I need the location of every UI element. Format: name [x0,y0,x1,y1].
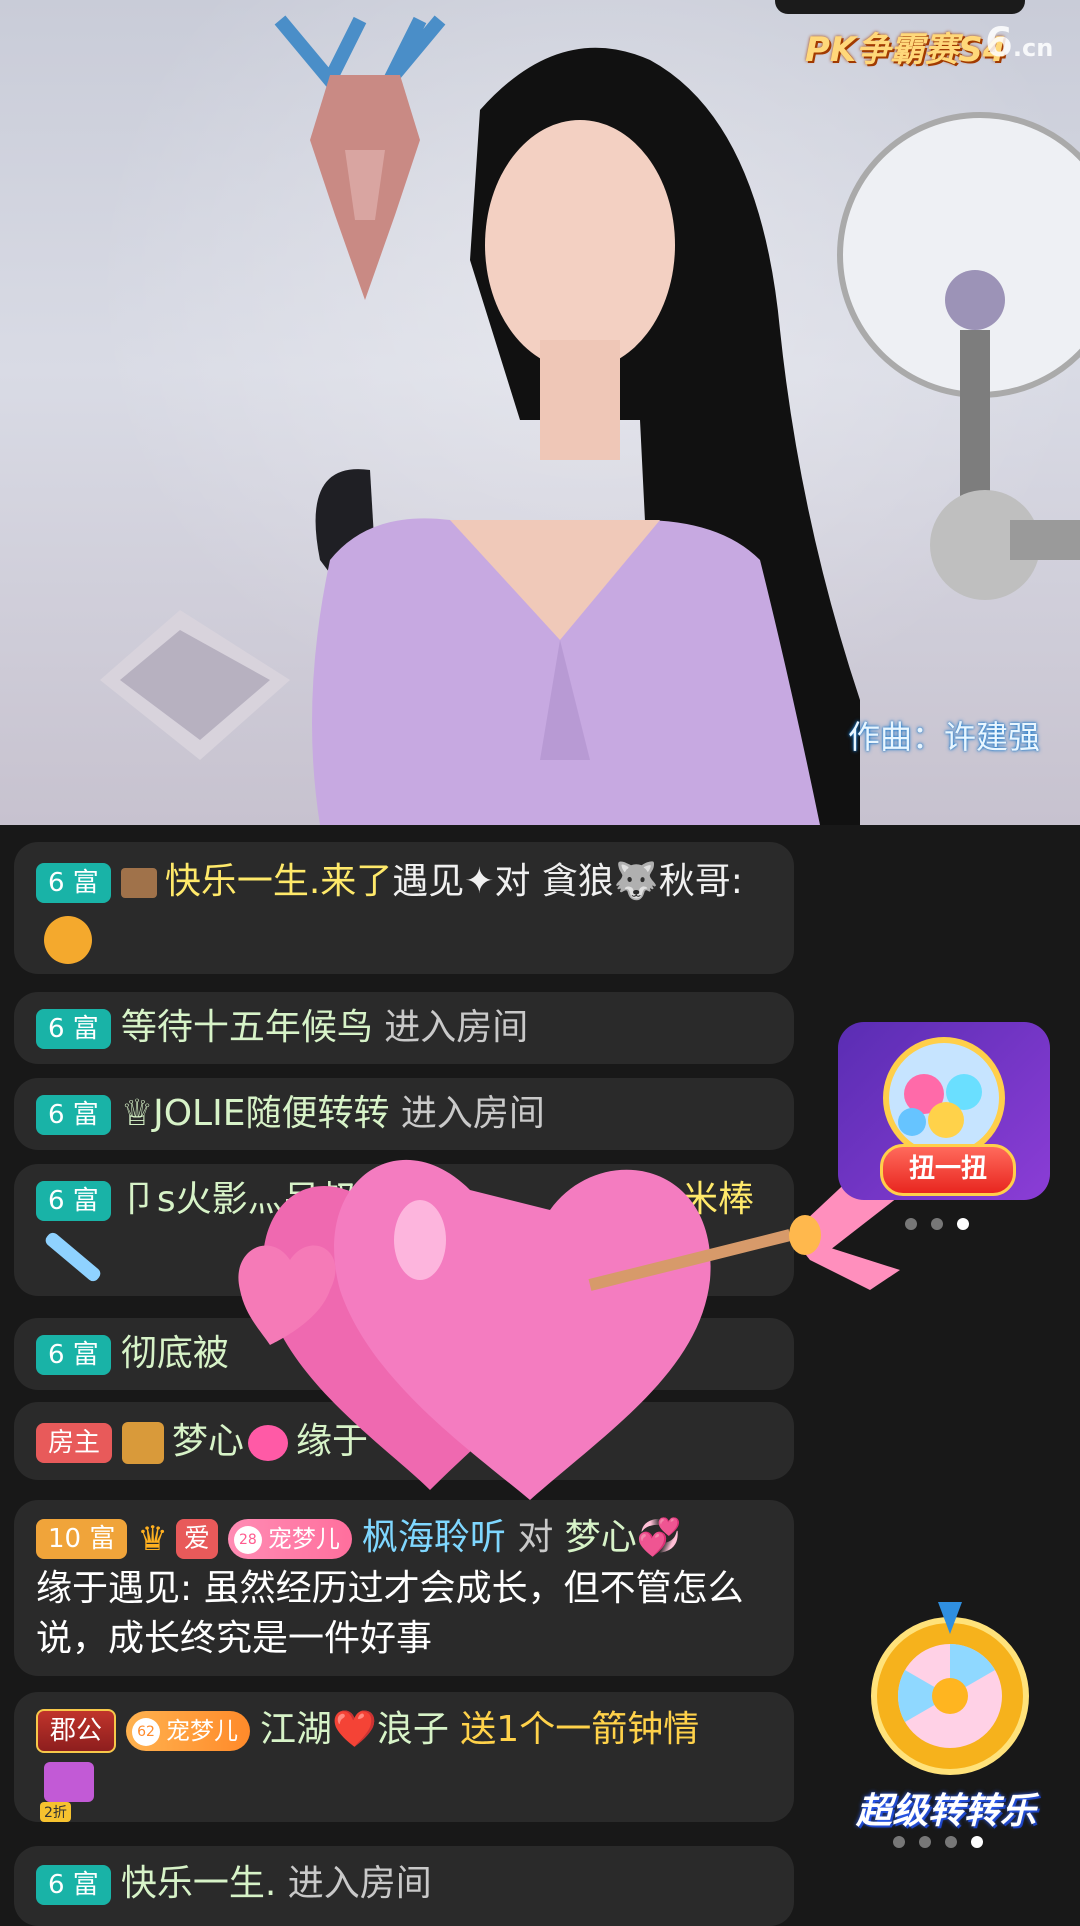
fan-level: 28 [233,1526,262,1554]
fan-club-name: 宠梦儿 [166,1717,239,1745]
pager-dot-active[interactable] [971,1836,983,1848]
to-word: 对 [517,1517,554,1558]
pager-dot[interactable] [919,1836,931,1848]
wheel-pager[interactable] [886,1836,990,1848]
vehicle-icon [120,868,157,898]
chat-username[interactable]: 快乐一生. [165,861,320,902]
deer-head-decor [274,15,446,300]
chat-line: 6 富等待十五年候鸟 进入房间 [36,1006,528,1050]
host-badge: 房主 [36,1423,113,1463]
event-logo: PK争霸赛S4 [805,30,1007,70]
fan-club-pill: 28 宠梦儿 [227,1519,352,1559]
emoji-icon [44,916,92,964]
chat-line: 6 富快乐一生. 进入房间 [36,1862,432,1906]
discount-badge: 2折 [40,1802,71,1822]
chat-line: 6 富彻底被 [36,1332,229,1376]
chat-username[interactable]: 彻底被 [121,1333,229,1374]
chat-message-text: 缘于遇见: 虽然经历过才会成长，但不管怎么说，成长终究是一件好事 [36,1568,744,1659]
chat-line: 郡公 62 宠梦儿 江湖❤️浪子 送1个一箭钟情 [36,1708,699,1753]
enter-action: 来了 [320,861,393,902]
fan-club-pill: 62 宠梦儿 [126,1711,251,1751]
chat-username[interactable]: ♕JOLIE随便转转 [121,1093,390,1134]
live-video[interactable]: PK争霸赛S4 6.cn 作曲：许建强 [0,0,1080,825]
gift-text: 送1个一箭钟情 [460,1709,700,1750]
pager-dot[interactable] [893,1836,905,1848]
pager-dot-active[interactable] [957,1218,969,1230]
wealth-badge: 6 富 [36,1335,111,1375]
enter-action: 进入房间 [287,1863,432,1904]
wealth-badge: 10 富 [36,1519,128,1559]
noble-badge: 郡公 [36,1709,117,1753]
lucky-wheel-icon[interactable] [862,1598,1038,1778]
wealth-badge: 6 富 [36,1181,111,1221]
gashapon-pager[interactable] [898,1218,976,1230]
chat-username[interactable]: 等待十五年候鸟 [121,1007,373,1048]
cupid-bow-gift-icon [44,1762,94,1802]
wealth-badge: 6 富 [36,1095,111,1135]
chat-username[interactable]: 枫海聆听 [362,1517,506,1558]
pager-dot[interactable] [945,1836,957,1848]
chat-username[interactable]: 江湖❤️浪子 [260,1709,449,1750]
fan-level: 62 [132,1718,161,1746]
gift-animation-hearts [238,1159,920,1500]
target-username[interactable]: 梦心💞 [565,1517,682,1558]
wealth-badge: 6 富 [36,1009,111,1049]
chat-line: 6 富 快乐一生.来了遇见✦对 貪狼🐺秋哥: [36,860,743,904]
song-credit-caption: 作曲：许建强 [848,718,1041,756]
chat-username[interactable]: 快乐一生. [121,1863,276,1904]
love-tag: 爱 [175,1519,218,1559]
crown-icon: ♛ [137,1519,168,1559]
pager-dot[interactable] [905,1218,917,1230]
wealth-badge: 6 富 [36,863,111,903]
chat-text: 遇见✦对 貪狼🐺秋哥: [392,861,743,902]
gashapon-button[interactable]: 扭一扭 [880,1144,1016,1196]
enter-action: 进入房间 [384,1007,529,1048]
site-logo: 6.cn [985,20,1054,66]
super-wheel-label[interactable]: 超级转转乐 [856,1782,1036,1834]
wealth-badge: 6 富 [36,1865,111,1905]
pillow-decor [100,610,290,760]
lamp-decor [837,112,1080,600]
gold-bar-icon [122,1422,165,1464]
pager-dot[interactable] [931,1218,943,1230]
video-scene [100,15,1080,825]
enter-action: 进入房间 [400,1093,545,1134]
fan-club-name: 宠梦儿 [267,1525,340,1553]
chat-line: 10 富 ♛ 爱 28 宠梦儿 枫海聆听 对 梦心💞 [36,1516,682,1561]
top-status-pill [775,0,1025,14]
